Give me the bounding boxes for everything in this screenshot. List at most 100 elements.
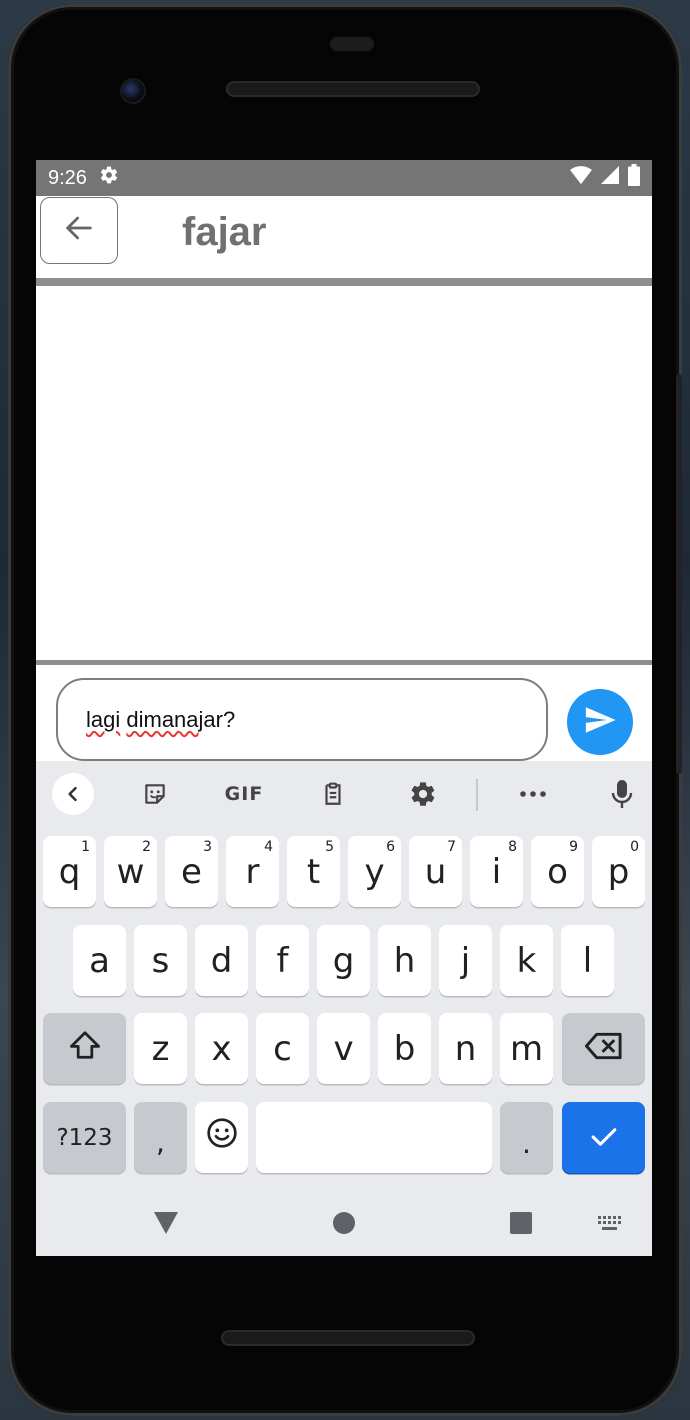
key-i[interactable]: i8 bbox=[470, 836, 523, 907]
key-f[interactable]: f bbox=[256, 925, 309, 996]
key-e[interactable]: e3 bbox=[165, 836, 218, 907]
key-hint: 2 bbox=[142, 839, 151, 855]
key-t[interactable]: t5 bbox=[287, 836, 340, 907]
key-label: z bbox=[151, 1028, 170, 1069]
symbols-label: ?123 bbox=[56, 1124, 113, 1151]
key-w[interactable]: w2 bbox=[104, 836, 157, 907]
key-d[interactable]: d bbox=[195, 925, 248, 996]
misspelled-word: lagi bbox=[86, 706, 121, 732]
wifi-icon bbox=[570, 165, 592, 191]
key-l[interactable]: l bbox=[561, 925, 614, 996]
gif-button[interactable]: GIF bbox=[216, 773, 272, 815]
key-label: f bbox=[276, 940, 289, 981]
key-u[interactable]: u7 bbox=[409, 836, 462, 907]
top-speaker bbox=[226, 81, 480, 97]
key-label: a bbox=[89, 940, 110, 981]
key-y[interactable]: y6 bbox=[348, 836, 401, 907]
key-s[interactable]: s bbox=[134, 925, 187, 996]
chevron-left-icon[interactable] bbox=[52, 773, 94, 815]
key-v[interactable]: v bbox=[317, 1013, 370, 1084]
send-icon bbox=[583, 703, 617, 742]
square-recents-icon[interactable] bbox=[510, 1212, 532, 1239]
divider bbox=[36, 278, 652, 286]
key-n[interactable]: n bbox=[439, 1013, 492, 1084]
key-x[interactable]: x bbox=[195, 1013, 248, 1084]
status-time: 9:26 bbox=[48, 166, 87, 189]
screen: 9:26 fajar lagi dimana jar? GIF q 1 w 2 … bbox=[36, 160, 652, 1256]
period-key[interactable]: . bbox=[500, 1102, 553, 1173]
back-button[interactable] bbox=[40, 197, 118, 264]
key-label: g bbox=[332, 940, 355, 981]
backspace-icon bbox=[584, 1029, 623, 1069]
key-o[interactable]: o9 bbox=[531, 836, 584, 907]
bottom-speaker bbox=[221, 1330, 475, 1346]
key-label: q bbox=[58, 851, 81, 892]
send-button[interactable] bbox=[567, 689, 633, 755]
symbols-key[interactable]: ?123 bbox=[43, 1102, 126, 1173]
key-label: s bbox=[151, 940, 170, 981]
key-label: m bbox=[509, 1028, 544, 1069]
key-label: u bbox=[424, 851, 447, 892]
sticker-icon[interactable] bbox=[134, 773, 176, 815]
key-label: r bbox=[245, 851, 260, 892]
key-hint: 3 bbox=[203, 839, 212, 855]
circle-home-icon[interactable] bbox=[333, 1212, 355, 1239]
key-hint: 5 bbox=[325, 839, 334, 855]
gear-icon[interactable] bbox=[402, 773, 444, 815]
checkmark-icon bbox=[589, 1118, 619, 1158]
key-label: i bbox=[491, 851, 502, 892]
key-label: e bbox=[181, 851, 202, 892]
key-p[interactable]: p0 bbox=[592, 836, 645, 907]
key-label: y bbox=[364, 851, 385, 892]
comma-key[interactable]: , bbox=[134, 1102, 187, 1173]
message-list[interactable] bbox=[36, 286, 652, 660]
earpiece bbox=[330, 37, 374, 51]
key-label: h bbox=[393, 940, 416, 981]
triangle-back-icon[interactable] bbox=[154, 1212, 178, 1239]
microphone-icon[interactable] bbox=[601, 773, 643, 815]
key-j[interactable]: j bbox=[439, 925, 492, 996]
shift-icon bbox=[68, 1029, 102, 1069]
misspelled-word: dimana bbox=[126, 706, 199, 732]
key-label: j bbox=[460, 940, 471, 981]
keyboard: GIF q1w2e3r4t5y6u7i8o9p0 asdfghjkl z x c… bbox=[36, 761, 652, 1256]
comma-label: , bbox=[156, 1126, 165, 1159]
key-label: w bbox=[116, 851, 145, 892]
key-hint: 1 bbox=[81, 839, 90, 855]
key-q[interactable]: q1 bbox=[43, 836, 96, 907]
message-input[interactable]: lagi dimana jar? bbox=[56, 678, 548, 761]
shift-key[interactable] bbox=[43, 1013, 126, 1084]
key-b[interactable]: b bbox=[378, 1013, 431, 1084]
key-label: n bbox=[454, 1028, 477, 1069]
key-hint: 8 bbox=[508, 839, 517, 855]
front-camera bbox=[120, 78, 146, 104]
key-r[interactable]: r4 bbox=[226, 836, 279, 907]
navigation-bar bbox=[36, 1192, 652, 1256]
key-c[interactable]: c bbox=[256, 1013, 309, 1084]
backspace-key[interactable] bbox=[562, 1013, 645, 1084]
key-label: t bbox=[306, 851, 321, 892]
key-hint: 9 bbox=[569, 839, 578, 855]
battery-icon bbox=[628, 164, 640, 192]
key-m[interactable]: m bbox=[500, 1013, 553, 1084]
toolbar-separator bbox=[476, 779, 478, 811]
emoji-icon bbox=[206, 1117, 238, 1158]
key-label: b bbox=[393, 1028, 416, 1069]
key-z[interactable]: z bbox=[134, 1013, 187, 1084]
app-bar: fajar bbox=[36, 196, 652, 278]
key-g[interactable]: g bbox=[317, 925, 370, 996]
key-label: o bbox=[547, 851, 568, 892]
emoji-key[interactable] bbox=[195, 1102, 248, 1173]
clipboard-icon[interactable] bbox=[312, 773, 354, 815]
enter-key[interactable] bbox=[562, 1102, 645, 1173]
key-h[interactable]: h bbox=[378, 925, 431, 996]
space-key[interactable] bbox=[256, 1102, 492, 1173]
status-bar: 9:26 bbox=[36, 160, 652, 196]
key-a[interactable]: a bbox=[73, 925, 126, 996]
message-text: jar? bbox=[198, 706, 236, 732]
key-label: p bbox=[607, 851, 630, 892]
key-k[interactable]: k bbox=[500, 925, 553, 996]
more-dots-icon[interactable] bbox=[512, 773, 554, 815]
keyboard-icon[interactable] bbox=[598, 1216, 622, 1237]
side-button bbox=[676, 374, 682, 774]
